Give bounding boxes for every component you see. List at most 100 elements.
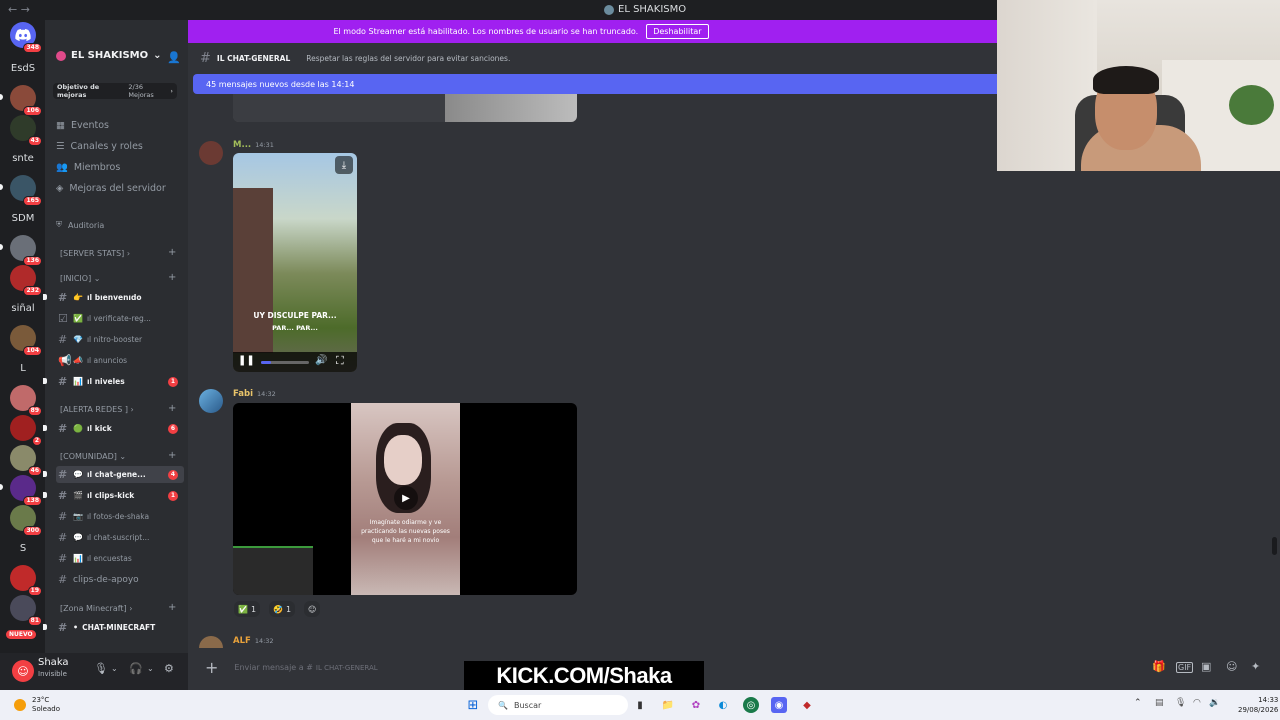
category-inicio[interactable]: [INICIO] ⌄ [60, 274, 100, 283]
fullscreen-icon[interactable]: ⛶ [336, 354, 344, 368]
back-icon[interactable]: ← [8, 3, 17, 16]
nav-arrows[interactable]: ← → [8, 3, 30, 16]
tray-chevron-icon[interactable]: ⌃ [1134, 698, 1142, 708]
server-header[interactable]: EL SHAKISMO ⌄ [56, 50, 162, 61]
server-icon[interactable]: 2 [10, 415, 42, 446]
server-icon[interactable]: 19 [10, 565, 42, 596]
server-icon[interactable]: 165 [10, 175, 42, 206]
disable-streamer-button[interactable]: Deshabilitar [646, 24, 709, 39]
category-zona-minecraft[interactable]: [Zona Minecraft] › [60, 604, 132, 613]
add-channel-icon[interactable]: + [168, 403, 176, 414]
server-icon[interactable]: 300 [10, 505, 42, 536]
edge-icon[interactable]: ◐ [715, 697, 731, 713]
channel-nitro[interactable]: # 💎 ıl nitro-booster [56, 331, 184, 348]
message-composer[interactable]: + Enviar mensaje a # ıl chat-general [195, 655, 1270, 680]
channel-fotos[interactable]: # 📷 ıl fotos-de-shaka [56, 508, 184, 525]
download-icon[interactable]: ⤓ [335, 156, 353, 174]
message-author[interactable]: Fabi 14:32 [233, 389, 276, 399]
app-icon[interactable]: ◎ [743, 697, 759, 713]
sidebar-item-events[interactable]: ▦ Eventos [56, 120, 109, 131]
server-icon[interactable]: 89 [10, 385, 42, 416]
avatar[interactable] [199, 141, 223, 165]
avatar[interactable] [199, 636, 223, 648]
emoji-icon[interactable]: ☺ [1226, 660, 1237, 673]
server-icon[interactable]: S [10, 535, 36, 561]
reaction-check[interactable]: ✅ 1 [234, 601, 261, 617]
volume-icon[interactable]: 🔉 [1209, 698, 1220, 708]
server-icon[interactable]: L [10, 355, 36, 381]
channel-bienvenido[interactable]: # 👉 ıl bıenvenıdo [56, 289, 184, 306]
tray-app-icon[interactable]: ▤ [1155, 698, 1164, 708]
task-view-icon[interactable]: ▮ [632, 697, 648, 713]
volume-icon[interactable]: 🔊 [315, 355, 327, 366]
gear-icon[interactable]: ⚙ [164, 662, 174, 675]
channel-clips-apoyo[interactable]: # clips-de-apoyo [56, 571, 184, 588]
channel-clips-kick[interactable]: # 🎬 ıl clips-kick 1 [56, 487, 184, 504]
previous-attachment[interactable] [233, 94, 577, 122]
headphones-icon[interactable]: 🎧 [129, 662, 143, 675]
clock[interactable]: 14:33 29/08/2026 [1238, 695, 1278, 715]
server-icon[interactable]: SDM [10, 205, 36, 231]
copilot-icon[interactable]: ✿ [688, 697, 704, 713]
weather-widget[interactable]: 23°C Soleado [14, 696, 60, 714]
add-attachment-icon[interactable]: + [205, 658, 218, 677]
file-explorer-icon[interactable]: 📁 [660, 697, 676, 713]
play-icon[interactable]: ▶ [394, 486, 418, 510]
chevron-down-icon[interactable]: ⌄ [111, 664, 118, 673]
channel-encuestas[interactable]: # 📊 ıl encuestas [56, 550, 184, 567]
server-icon[interactable]: 106 [10, 85, 42, 116]
add-channel-icon[interactable]: + [168, 247, 176, 258]
server-icon[interactable]: 232 [10, 265, 42, 296]
category-comunidad[interactable]: [COMUNIDAD] ⌄ [60, 452, 126, 461]
pause-icon[interactable]: ❚❚ [238, 355, 255, 366]
server-icon[interactable]: 136 [10, 235, 42, 266]
avatar[interactable] [199, 389, 223, 413]
add-channel-icon[interactable]: + [168, 272, 176, 283]
wifi-icon[interactable]: ◠ [1193, 698, 1201, 708]
microphone-icon[interactable]: 🎙 [94, 662, 108, 675]
apps-icon[interactable]: ✦ [1251, 660, 1260, 673]
add-channel-icon[interactable]: + [168, 450, 176, 461]
sidebar-item-members[interactable]: 👥 Miembros [56, 162, 120, 173]
gift-icon[interactable]: 🎁 [1152, 660, 1166, 673]
server-icon[interactable]: 138 [10, 475, 42, 506]
add-channel-icon[interactable]: + [168, 602, 176, 613]
category-server-stats[interactable]: [SERVER STATS] › [60, 249, 130, 258]
server-icon[interactable]: snte [10, 145, 36, 171]
video-attachment[interactable]: Imagínate odiarme y ve practicando las n… [233, 403, 577, 595]
category-alerta-redes[interactable]: [ALERTA REDES ] › [60, 405, 134, 414]
seek-bar[interactable] [261, 361, 309, 364]
forward-icon[interactable]: → [21, 3, 30, 16]
channel-chat-suscript[interactable]: # 💬 ıl chat-suscript... [56, 529, 184, 546]
taskbar-search[interactable]: 🔍 Buscar [488, 695, 628, 715]
sidebar-item-audit[interactable]: ⛨ Auditoria [56, 220, 104, 230]
microphone-icon[interactable]: 🎙 [1175, 698, 1186, 708]
gif-icon[interactable]: GIF [1176, 662, 1194, 673]
message-author[interactable]: M... 14:31 [233, 140, 274, 150]
channel-kick[interactable]: # 🟢 ıl kick 6 [56, 420, 184, 437]
server-icon[interactable]: siñal [10, 295, 36, 321]
chevron-down-icon[interactable]: ⌄ [147, 664, 154, 673]
avatar[interactable]: ☺ [12, 660, 34, 682]
add-reaction-icon[interactable]: ☺ [304, 601, 321, 617]
channel-chat-general[interactable]: # 💬 ıl chat-gene... 4 [56, 466, 184, 483]
channel-niveles[interactable]: # 📊 ıl niveles 1 [56, 373, 184, 390]
server-icon[interactable]: EsdS [10, 55, 36, 81]
sidebar-item-boosts[interactable]: ◈ Mejoras del servidor [56, 183, 166, 194]
app-icon[interactable]: ◆ [799, 697, 815, 713]
add-member-icon[interactable]: 👤 [167, 51, 181, 64]
channel-anuncios[interactable]: 📢 📣 ıl anuncios [56, 352, 184, 369]
channel-topic[interactable]: Respetar las reglas del servidor para ev… [306, 54, 510, 63]
channel-chat-minecraft[interactable]: # • chat-minecraft [56, 619, 184, 636]
channel-verificate[interactable]: ☑ ✅ ıl verificate-reg... [56, 310, 184, 327]
windows-start-icon[interactable]: ⊞ [465, 697, 481, 713]
new-badge[interactable]: NUEVO [6, 630, 36, 639]
discord-taskbar-icon[interactable]: ◉ [771, 697, 787, 713]
video-attachment[interactable]: ⤓ UY DISCULPE PAR... PAR... PAR... ❚❚ 🔊 … [233, 153, 357, 372]
new-messages-bar[interactable]: 45 mensajes nuevos desde las 14:14 [193, 74, 997, 94]
message-author[interactable]: ALF 14:32 [233, 636, 274, 646]
reaction-laugh[interactable]: 🤣 1 [269, 601, 296, 617]
scrollbar[interactable] [1272, 537, 1277, 555]
server-icon[interactable]: 43 [10, 115, 42, 146]
boost-goal-bar[interactable]: Objetivo de mejoras 2/36 Mejoras › [53, 83, 177, 99]
